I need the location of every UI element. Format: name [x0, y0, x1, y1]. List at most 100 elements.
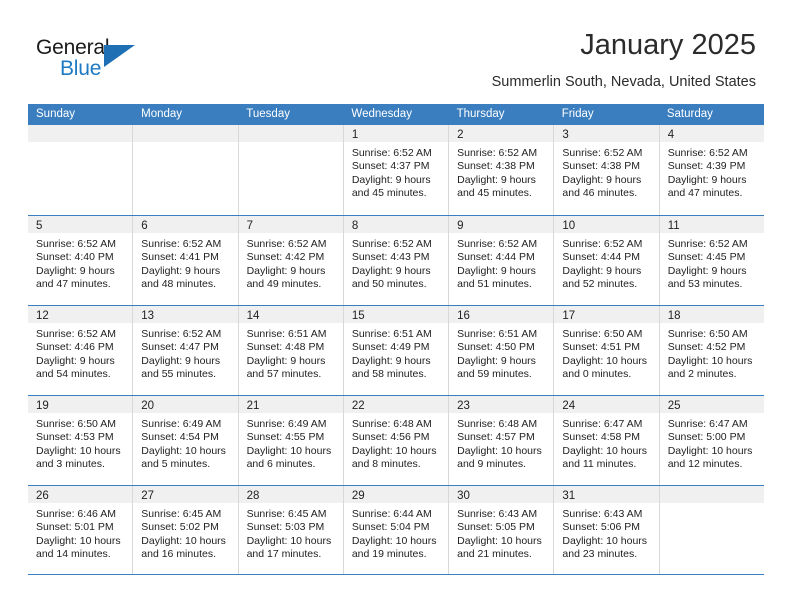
daylight-text-line2: and 48 minutes. — [141, 278, 216, 291]
day-cell[interactable]: 5 Sunrise: 6:52 AM Sunset: 4:40 PM Daylight… — [28, 216, 134, 305]
day-cell[interactable]: 10 Sunrise: 6:52 AM Sunset: 4:44 PM Dayligh… — [554, 216, 660, 305]
calendar-week-row: 1 Sunrise: 6:52 AM Sunset: 4:37 PM Daylight… — [28, 125, 764, 215]
day-cell[interactable]: 28 Sunrise: 6:45 AM Sunset: 5:03 PM Dayligh… — [238, 486, 344, 574]
day-number: 15 — [351, 310, 365, 322]
daylight-text-line2: and 11 minutes. — [562, 458, 637, 471]
calendar-weeks: 1 Sunrise: 6:52 AM Sunset: 4:37 PM Daylight… — [28, 125, 764, 575]
sunrise-text: Sunrise: 6:50 AM — [667, 328, 748, 340]
daylight-text-line1: Daylight: 10 hours — [351, 534, 437, 547]
day-cell[interactable]: 29 Sunrise: 6:44 AM Sunset: 5:04 PM Dayligh… — [343, 486, 450, 574]
day-cell[interactable]: 2 Sunrise: 6:52 AM Sunset: 4:38 PM Daylight… — [449, 125, 555, 215]
day-number: 21 — [246, 400, 260, 412]
daylight-text-line1: Daylight: 10 hours — [562, 444, 648, 457]
day-cell[interactable]: 24 Sunrise: 6:47 AM Sunset: 4:58 PM Dayligh… — [554, 396, 660, 485]
day-number: 1 — [351, 129, 359, 141]
day-cell[interactable]: 6 Sunrise: 6:52 AM Sunset: 4:41 PM Daylight… — [133, 216, 239, 305]
day-cell[interactable]: 21 Sunrise: 6:49 AM Sunset: 4:55 PM Dayligh… — [238, 396, 344, 485]
day-cell[interactable]: 23 Sunrise: 6:48 AM Sunset: 4:57 PM Dayligh… — [449, 396, 555, 485]
day-number: 8 — [351, 220, 359, 232]
weekday-thursday: Thursday — [456, 108, 505, 120]
sunset-text: Sunset: 5:05 PM — [457, 521, 535, 534]
day-cell[interactable]: 31 Sunrise: 6:43 AM Sunset: 5:06 PM Dayligh… — [554, 486, 660, 574]
day-cell[interactable]: 16 Sunrise: 6:51 AM Sunset: 4:50 PM Dayligh… — [449, 306, 555, 395]
day-details: Sunrise: 6:47 AM Sunset: 4:58 PM Daylight:… — [554, 413, 658, 472]
day-number-bar: 9 — [449, 216, 554, 233]
day-cell[interactable]: 30 Sunrise: 6:43 AM Sunset: 5:05 PM Dayligh… — [449, 486, 555, 574]
daylight-text-line2: and 53 minutes. — [667, 278, 743, 291]
sunrise-text: Sunrise: 6:52 AM — [36, 238, 116, 250]
day-cell[interactable]: 7 Sunrise: 6:52 AM Sunset: 4:42 PM Daylight… — [238, 216, 344, 305]
day-cell[interactable]: 9 Sunrise: 6:52 AM Sunset: 4:44 PM Daylight… — [449, 216, 555, 305]
day-cell[interactable]: 20 Sunrise: 6:49 AM Sunset: 4:54 PM Dayligh… — [133, 396, 239, 485]
day-cell[interactable]: 17 Sunrise: 6:50 AM Sunset: 4:51 PM Dayligh… — [554, 306, 660, 395]
day-number: 4 — [667, 129, 675, 141]
day-cell[interactable]: 27 Sunrise: 6:45 AM Sunset: 5:02 PM Dayligh… — [133, 486, 239, 574]
sunrise-text: Sunrise: 6:47 AM — [667, 418, 748, 430]
day-cell[interactable]: 19 Sunrise: 6:50 AM Sunset: 4:53 PM Dayligh… — [28, 396, 134, 485]
sunrise-text: Sunrise: 6:50 AM — [562, 328, 643, 340]
weekday-monday: Monday — [141, 108, 183, 120]
day-details: Sunrise: 6:45 AM Sunset: 5:02 PM Daylight:… — [133, 503, 237, 562]
sunset-text: Sunset: 4:38 PM — [457, 160, 535, 173]
day-cell[interactable]: 14 Sunrise: 6:51 AM Sunset: 4:48 PM Dayligh… — [238, 306, 344, 395]
day-number-bar: 25 — [659, 396, 764, 413]
brand-name-blue: Blue — [60, 57, 102, 80]
day-cell[interactable]: 4 Sunrise: 6:52 AM Sunset: 4:39 PM Daylight… — [659, 125, 764, 215]
day-cell-empty — [28, 125, 134, 215]
daylight-text-line1: Daylight: 9 hours — [667, 264, 747, 277]
day-number-bar: 13 — [133, 306, 238, 323]
sunrise-text: Sunrise: 6:52 AM — [457, 147, 538, 159]
day-number: 6 — [141, 220, 148, 232]
day-cell[interactable]: 1 Sunrise: 6:52 AM Sunset: 4:37 PM Daylight… — [343, 125, 450, 215]
sunset-text: Sunset: 4:45 PM — [667, 251, 746, 264]
calendar-week-row: 26 Sunrise: 6:46 AM Sunset: 5:01 PM Dayligh… — [28, 485, 764, 575]
day-number: 10 — [562, 220, 576, 232]
day-details: Sunrise: 6:52 AM Sunset: 4:40 PM Daylight:… — [28, 233, 132, 292]
daylight-text-line2: and 49 minutes. — [246, 278, 322, 291]
sunset-text: Sunset: 4:57 PM — [457, 431, 535, 444]
daylight-text-line1: Daylight: 9 hours — [36, 264, 115, 277]
day-cell[interactable]: 25 Sunrise: 6:47 AM Sunset: 5:00 PM Dayligh… — [659, 396, 764, 485]
daylight-text-line2: and 47 minutes. — [36, 278, 111, 291]
daylight-text-line2: and 6 minutes. — [246, 458, 316, 471]
sunset-text: Sunset: 4:43 PM — [351, 251, 430, 264]
daylight-text-line2: and 45 minutes. — [457, 187, 532, 200]
sunrise-text: Sunrise: 6:52 AM — [457, 238, 538, 250]
day-cell[interactable]: 18 Sunrise: 6:50 AM Sunset: 4:52 PM Dayligh… — [659, 306, 764, 395]
weekday-saturday: Saturday — [666, 108, 713, 120]
sunrise-text: Sunrise: 6:43 AM — [457, 508, 538, 520]
day-number-bar: 17 — [554, 306, 659, 323]
day-number-bar: 15 — [343, 306, 449, 323]
sunrise-text: Sunrise: 6:48 AM — [351, 418, 432, 430]
day-number: 25 — [667, 400, 681, 412]
daylight-text-line1: Daylight: 10 hours — [457, 534, 542, 547]
day-cell[interactable]: 15 Sunrise: 6:51 AM Sunset: 4:49 PM Dayligh… — [343, 306, 450, 395]
daylight-text-line2: and 46 minutes. — [562, 187, 638, 200]
day-number-bar: 14 — [238, 306, 343, 323]
day-details: Sunrise: 6:47 AM Sunset: 5:00 PM Daylight:… — [660, 413, 764, 472]
day-number-bar: 11 — [659, 216, 764, 233]
day-number: 18 — [667, 310, 681, 322]
sunrise-text: Sunrise: 6:52 AM — [562, 238, 643, 250]
day-cell-empty — [238, 125, 344, 215]
day-cell[interactable]: 22 Sunrise: 6:48 AM Sunset: 4:56 PM Dayligh… — [343, 396, 450, 485]
day-number: 17 — [562, 310, 576, 322]
daylight-text-line1: Daylight: 10 hours — [141, 444, 226, 457]
day-details: Sunrise: 6:45 AM Sunset: 5:03 PM Daylight:… — [239, 503, 343, 562]
daylight-text-line1: Daylight: 10 hours — [562, 534, 648, 547]
day-details: Sunrise: 6:52 AM Sunset: 4:41 PM Daylight:… — [133, 233, 237, 292]
sunrise-text: Sunrise: 6:49 AM — [246, 418, 327, 430]
day-cell[interactable]: 8 Sunrise: 6:52 AM Sunset: 4:43 PM Daylight… — [343, 216, 450, 305]
day-number-bar: 2 — [449, 125, 554, 142]
day-cell[interactable]: 26 Sunrise: 6:46 AM Sunset: 5:01 PM Dayligh… — [28, 486, 134, 574]
day-cell[interactable]: 12 Sunrise: 6:52 AM Sunset: 4:46 PM Dayligh… — [28, 306, 134, 395]
day-cell[interactable]: 3 Sunrise: 6:52 AM Sunset: 4:38 PM Daylight… — [554, 125, 660, 215]
day-details: Sunrise: 6:50 AM Sunset: 4:51 PM Daylight:… — [554, 323, 658, 382]
daylight-text-line2: and 12 minutes. — [667, 458, 743, 471]
day-cell[interactable]: 11 Sunrise: 6:52 AM Sunset: 4:45 PM Dayligh… — [659, 216, 764, 305]
day-cell[interactable]: 13 Sunrise: 6:52 AM Sunset: 4:47 PM Dayligh… — [133, 306, 239, 395]
daylight-text-line1: Daylight: 9 hours — [457, 173, 536, 186]
day-details: Sunrise: 6:52 AM Sunset: 4:46 PM Daylight:… — [28, 323, 132, 382]
brand-logo[interactable]: General Blue — [36, 36, 156, 84]
day-details: Sunrise: 6:52 AM Sunset: 4:42 PM Daylight:… — [239, 233, 343, 292]
